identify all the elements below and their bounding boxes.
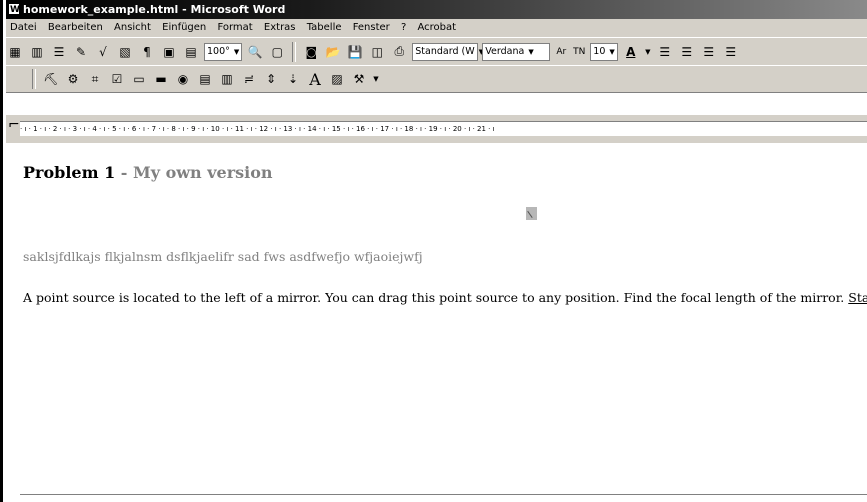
standard-toolbar: ▦ ▥ ☰ ✎ √ ▧ ¶ ▣ ▤ 100° ▼ 🔍 ▢ ◙ 📂 💾 ◫ ⎙ St… <box>6 37 867 66</box>
view-code-icon[interactable]: ⌗ <box>86 70 104 88</box>
align-center-icon[interactable]: ☰ <box>678 43 696 61</box>
menu-ansicht[interactable]: Ansicht <box>110 22 155 33</box>
print-icon[interactable]: ⎙ <box>390 43 408 61</box>
problem-heading: Problem 1 - My own version <box>23 163 273 182</box>
save-as-web-icon[interactable]: ◙ <box>302 43 320 61</box>
window-title: homework_example.html - Microsoft Word <box>23 3 286 16</box>
hidden-field-icon[interactable]: ≓ <box>240 70 258 88</box>
zoom-value: 100° <box>207 45 230 57</box>
align-right-icon[interactable]: ☰ <box>700 43 718 61</box>
menu-datei[interactable]: Datei <box>6 22 41 33</box>
forms-toolbar: ⛏ ⚙ ⌗ ☑ ▭ ▬ ◉ ▤ ▥ ≓ ⇕ ⇣ A ▨ ⚒ ▼ <box>6 65 867 93</box>
gibberish-text: saklsjfdlkajs flkjalnsm dsflkjaelifr sad… <box>23 249 423 264</box>
font-size-select[interactable]: 10 ▼ <box>590 42 618 61</box>
combo-box-icon[interactable]: ▥ <box>218 70 236 88</box>
tab-stop-icon[interactable]: ⌐ <box>8 118 20 132</box>
heading-bold: Problem 1 <box>23 163 116 182</box>
list-box-icon[interactable]: ▤ <box>196 70 214 88</box>
toolbar-separator <box>32 69 36 89</box>
drawing-icon[interactable]: ✎ <box>72 43 90 61</box>
dropdown-box-icon[interactable]: ⇕ <box>262 70 280 88</box>
ar-label[interactable]: Ar <box>554 43 568 61</box>
word-window: homework_example.html - Microsoft Word D… <box>0 0 867 502</box>
heading-subtitle: - My own version <box>115 163 273 182</box>
chevron-down-icon: ▼ <box>528 47 534 56</box>
chevron-down-icon: ▼ <box>233 47 240 56</box>
menu-help[interactable]: ? <box>397 22 410 33</box>
scroll-icon[interactable]: ⇣ <box>284 70 302 88</box>
chevron-down-icon: ▼ <box>609 47 615 56</box>
text-area-icon[interactable]: A <box>306 70 324 89</box>
chevron-down-icon[interactable]: ▼ <box>372 70 380 88</box>
checkbox-icon[interactable]: ☑ <box>108 70 126 88</box>
control-properties-icon[interactable]: ⚙ <box>64 70 82 88</box>
menu-format[interactable]: Format <box>213 22 256 33</box>
text-box-icon[interactable]: ▭ <box>130 70 148 88</box>
properties-icon[interactable]: ▤ <box>182 43 200 61</box>
menu-extras[interactable]: Extras <box>260 22 300 33</box>
document-map-icon[interactable]: ▧ <box>116 43 134 61</box>
font-size-value: 10 <box>593 45 606 57</box>
save-icon[interactable]: 💾 <box>346 43 364 61</box>
document-area[interactable]: Problem 1 - My own version saklsjfdlkajs… <box>6 143 867 502</box>
pdf-icon[interactable]: ◫ <box>368 43 386 61</box>
word-document-icon[interactable] <box>8 1 20 20</box>
font-value: Verdana <box>485 45 525 57</box>
equation-icon[interactable]: √ <box>94 43 112 61</box>
font-select[interactable]: Verdana ▼ <box>482 42 551 61</box>
menu-acrobat[interactable]: Acrobat <box>413 22 460 33</box>
option-button-icon[interactable]: ◉ <box>174 70 192 88</box>
columns-icon[interactable]: ☰ <box>50 43 68 61</box>
problem-text: A point source is located to the left of… <box>23 290 867 305</box>
style-select[interactable]: Standard (W▼ <box>412 42 484 61</box>
menu-bar: Datei Bearbeiten Ansicht Einfügen Format… <box>6 19 867 37</box>
menu-fenster[interactable]: Fenster <box>349 22 394 33</box>
zoom-select[interactable]: 100° ▼ <box>204 42 243 61</box>
table-icon[interactable]: ▦ <box>6 43 24 61</box>
design-mode-icon[interactable]: ⛏ <box>42 70 60 88</box>
justify-icon[interactable]: ☰ <box>722 43 740 61</box>
web-frame-icon[interactable]: ▣ <box>160 43 178 61</box>
tn-label[interactable]: TN <box>572 43 586 61</box>
image-icon[interactable]: ▨ <box>328 70 346 88</box>
menu-einfuegen[interactable]: Einfügen <box>158 22 210 33</box>
align-left-icon[interactable]: ☰ <box>656 43 674 61</box>
font-color-icon[interactable]: A <box>622 43 640 61</box>
toolbar-separator <box>292 41 297 62</box>
insert-table-icon[interactable]: ▥ <box>28 43 46 61</box>
page-bottom-divider <box>20 494 867 495</box>
menu-bearbeiten[interactable]: Bearbeiten <box>44 22 107 33</box>
mouse-cursor-icon <box>526 207 537 220</box>
open-icon[interactable]: 📂 <box>324 43 342 61</box>
frame-icon[interactable]: ▢ <box>268 43 286 61</box>
title-bar: homework_example.html - Microsoft Word <box>6 0 867 20</box>
style-value: Standard (W <box>415 45 475 57</box>
tools-icon[interactable]: ⚒ <box>350 70 368 88</box>
ruler-scale: · ı · 1 · ı · 2 · ı · 3 · ı · 4 · ı · 5 … <box>20 121 867 136</box>
menu-tabelle[interactable]: Tabelle <box>303 22 346 33</box>
chevron-down-icon[interactable]: ▼ <box>644 43 652 61</box>
problem-body: A point source is located to the left of… <box>23 290 849 305</box>
paragraph-mark-icon[interactable]: ¶ <box>138 43 156 61</box>
print-preview-icon[interactable]: 🔍 <box>246 43 264 61</box>
submit-icon[interactable]: ▬ <box>152 70 170 88</box>
horizontal-ruler[interactable]: ⌐ · ı · 1 · ı · 2 · ı · 3 · ı · 4 · ı · … <box>6 115 867 144</box>
start-link[interactable]: Start <box>848 290 867 305</box>
